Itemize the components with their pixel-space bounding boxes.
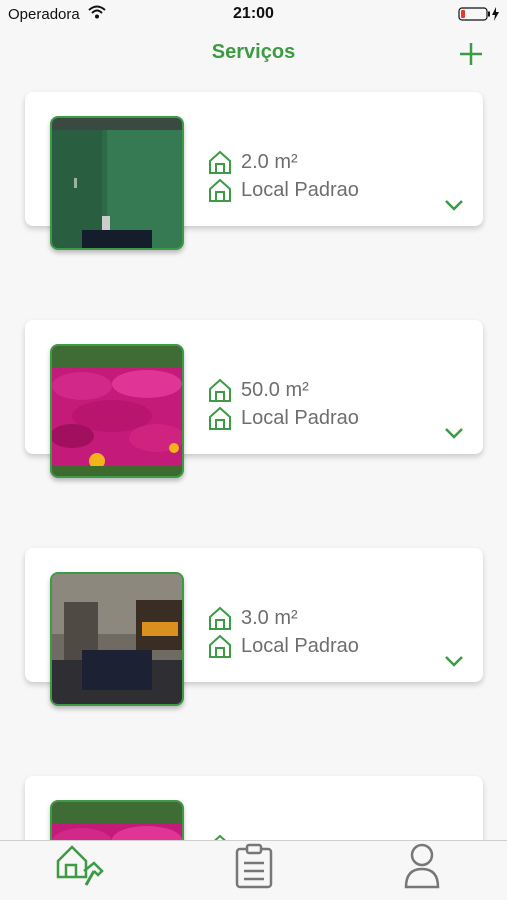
service-photo	[50, 800, 184, 840]
house-icon	[209, 150, 231, 174]
area-row: 2.0 m²	[207, 148, 298, 176]
service-area: 2.0 m²	[241, 150, 298, 173]
service-card[interactable]	[25, 776, 483, 840]
chevron-down-icon[interactable]	[443, 426, 465, 440]
tab-services[interactable]	[48, 841, 128, 900]
chevron-down-icon[interactable]	[443, 198, 465, 212]
tab-profile[interactable]	[387, 841, 467, 900]
house-icon	[209, 178, 231, 202]
home-hammer-icon	[56, 845, 104, 886]
house-icon	[209, 406, 231, 430]
service-area: 50.0 m²	[241, 378, 309, 401]
service-card[interactable]: 2.0 m² Local Padrao	[25, 92, 483, 250]
clipboard-icon	[235, 843, 273, 889]
location-row: Local Padrao	[207, 176, 359, 204]
location-row: Local Padrao	[207, 404, 359, 432]
tab-bar	[0, 840, 507, 900]
area-row: 3.0 m²	[207, 604, 298, 632]
service-photo	[50, 116, 184, 250]
service-photo	[50, 572, 184, 706]
tab-reports[interactable]	[220, 841, 300, 900]
clock: 21:00	[233, 5, 274, 22]
status-bar: Operadora 21:00	[0, 0, 507, 28]
house-icon	[209, 634, 231, 658]
service-location: Local Padrao	[241, 178, 359, 201]
service-card[interactable]: 50.0 m² Local Padrao	[25, 320, 483, 478]
service-card[interactable]: 3.0 m² Local Padrao	[25, 548, 483, 706]
person-icon	[404, 843, 440, 889]
house-icon	[214, 834, 226, 840]
house-icon	[209, 606, 231, 630]
house-icon	[209, 378, 231, 402]
page-title: Serviços	[211, 41, 296, 63]
service-area: 3.0 m²	[241, 606, 298, 629]
navigation-bar: Serviços	[0, 28, 507, 80]
plus-icon	[460, 43, 482, 65]
location-row: Local Padrao	[207, 632, 359, 660]
service-location: Local Padrao	[241, 406, 359, 429]
services-list[interactable]: 2.0 m² Local Padrao 50.0 m² Local Padrao…	[0, 80, 507, 840]
service-location: Local Padrao	[241, 634, 359, 657]
service-photo	[50, 344, 184, 478]
add-service-button[interactable]	[455, 38, 487, 70]
area-row	[207, 832, 241, 840]
chevron-down-icon[interactable]	[443, 654, 465, 668]
battery-icon	[458, 6, 502, 27]
area-row: 50.0 m²	[207, 376, 309, 404]
